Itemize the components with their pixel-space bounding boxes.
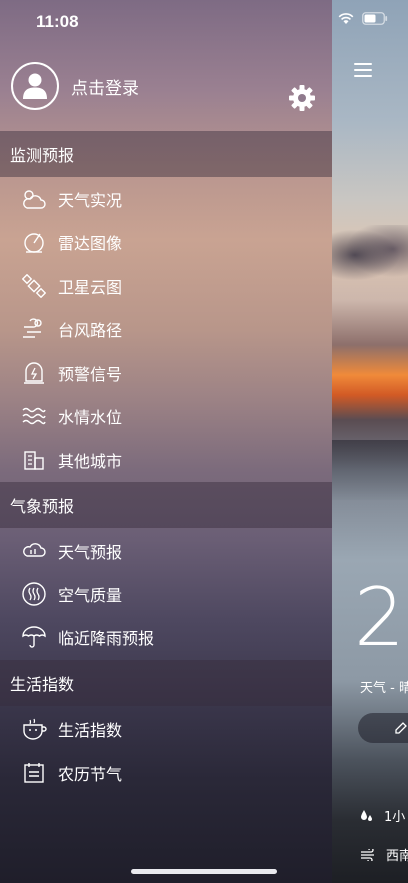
wind-icon (361, 848, 374, 861)
menu-item-typhoon[interactable]: 台风路径 (20, 311, 320, 347)
wifi-icon (338, 12, 354, 24)
section-header-monitoring: 监测预报 (0, 131, 332, 177)
settings-gear-icon[interactable] (287, 83, 317, 113)
forecast-icon (20, 537, 48, 565)
menu-item-nowcast-rain[interactable]: 临近降雨预报 (20, 619, 320, 655)
current-temperature: 2 (354, 571, 405, 664)
menu-item-label: 雷达图像 (58, 234, 123, 253)
menu-item-label: 其他城市 (58, 452, 123, 471)
menu-item-radar[interactable]: 雷达图像 (20, 224, 320, 260)
menu-item-air-quality[interactable]: 空气质量 (20, 576, 320, 612)
menu-item-satellite[interactable]: 卫星云图 (20, 268, 320, 304)
water-level-icon (20, 402, 48, 430)
menu-item-other-cities[interactable]: 其他城市 (20, 442, 320, 478)
section-header-life-index: 生活指数 (0, 660, 332, 706)
menu-item-weather-forecast[interactable]: 天气预报 (20, 533, 320, 569)
city-icon (20, 446, 48, 474)
menu-item-lunar-calendar[interactable]: 农历节气 (20, 755, 320, 791)
edit-button[interactable] (358, 713, 408, 743)
life-index-icon (20, 715, 48, 743)
menu-item-label: 天气实况 (58, 191, 123, 210)
section-header-forecast: 气象预报 (0, 482, 332, 528)
menu-item-label: 台风路径 (58, 321, 123, 340)
rain-row: 1小 (360, 806, 405, 825)
menu-item-label: 空气质量 (58, 586, 123, 605)
radar-icon (20, 228, 48, 256)
menu-item-label: 天气预报 (58, 543, 123, 562)
edit-icon (395, 722, 407, 734)
status-icons (338, 12, 388, 25)
cloud-background (332, 225, 408, 285)
sea-background (332, 440, 408, 500)
menu-item-label: 农历节气 (58, 765, 123, 784)
warning-signal-icon (20, 359, 48, 387)
raindrop-icon (361, 809, 372, 821)
login-label[interactable]: 点击登录 (71, 74, 139, 99)
weather-panel: 2 天气 - 晴 1小 西南 (332, 0, 408, 883)
menu-item-life-index[interactable]: 生活指数 (20, 711, 320, 747)
side-drawer: 点击登录 监测预报 天气实况 雷达图像 卫星云图 台风路径 预警信号 水情水位 … (0, 0, 332, 883)
wind-row: 西南 (360, 845, 408, 864)
satellite-icon (20, 272, 48, 300)
status-time: 11:08 (36, 12, 79, 31)
umbrella-icon (20, 623, 48, 651)
rain-label: 1小 (384, 810, 406, 825)
calendar-icon (20, 759, 48, 787)
hamburger-menu-icon[interactable] (354, 63, 372, 77)
menu-item-label: 水情水位 (58, 408, 123, 427)
user-icon (23, 73, 47, 99)
weather-description: 天气 - 晴 (360, 681, 408, 696)
weather-live-icon (20, 185, 48, 213)
home-indicator[interactable] (131, 869, 277, 874)
menu-item-warning[interactable]: 预警信号 (20, 355, 320, 391)
avatar[interactable] (11, 62, 59, 110)
battery-icon (362, 12, 388, 25)
menu-item-water-level[interactable]: 水情水位 (20, 398, 320, 434)
menu-item-label: 卫星云图 (58, 278, 123, 297)
typhoon-icon (20, 315, 48, 343)
menu-item-label: 生活指数 (58, 721, 123, 740)
menu-item-label: 临近降雨预报 (58, 629, 155, 648)
menu-item-weather-live[interactable]: 天气实况 (20, 181, 320, 217)
login-area[interactable]: 点击登录 (11, 62, 139, 110)
air-quality-icon (20, 580, 48, 608)
menu-item-label: 预警信号 (58, 365, 123, 384)
wind-label: 西南 (386, 849, 408, 864)
